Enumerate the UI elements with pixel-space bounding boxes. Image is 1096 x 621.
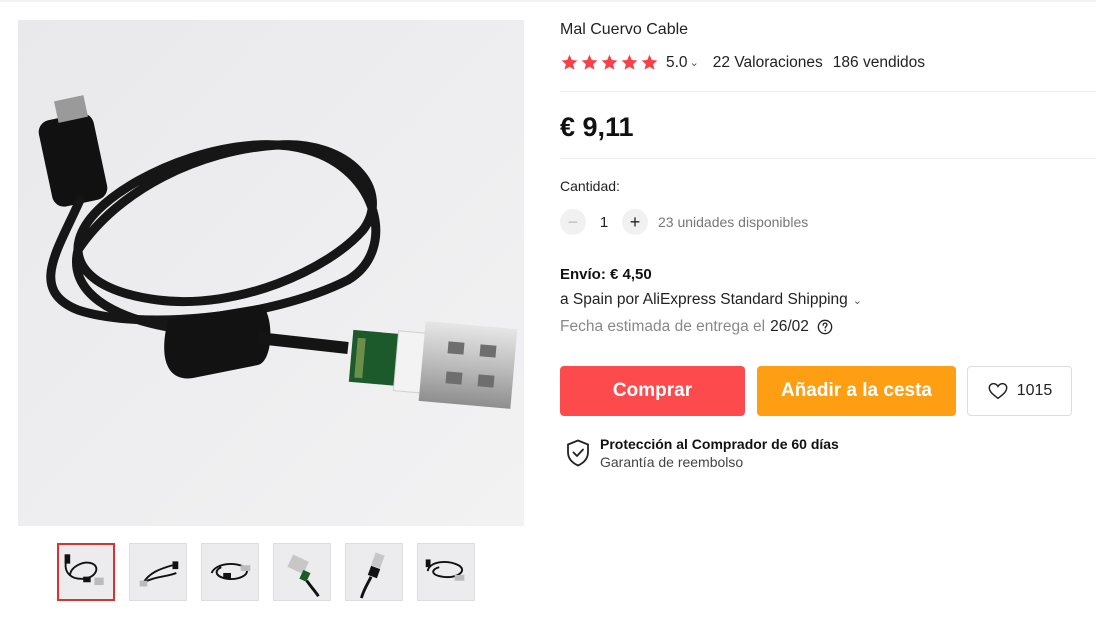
wishlist-button[interactable]: 1015: [967, 366, 1072, 416]
star-icon: [581, 54, 598, 70]
main-product-image[interactable]: [18, 20, 524, 526]
thumbnail-2[interactable]: [129, 543, 187, 601]
question-circle-icon[interactable]: [817, 319, 833, 335]
rating-score[interactable]: 5.0: [666, 54, 688, 72]
shipping-method[interactable]: a Spain por AliExpress Standard Shipping…: [560, 291, 876, 309]
thumbnail-3[interactable]: [201, 543, 259, 601]
star-icon: [601, 54, 618, 70]
thumbnail-6[interactable]: [417, 543, 475, 601]
add-to-cart-button[interactable]: Añadir a la cesta: [757, 366, 956, 416]
rating-row: 5.0 ⌄ 22 Valoraciones 186 vendidos: [560, 53, 925, 72]
star-rating: [560, 53, 659, 72]
quantity-value[interactable]: 1: [586, 214, 622, 231]
sold-count: 186 vendidos: [832, 53, 926, 71]
thumbnail-4[interactable]: [273, 543, 331, 601]
protection-title: Protección al Comprador de 60 días: [600, 436, 839, 452]
minus-icon[interactable]: −: [560, 209, 586, 235]
shipping-cost: Envío: € 4,50: [560, 266, 652, 283]
usb-cable-photo: [18, 20, 524, 526]
stock-available: 23 unidades disponibles: [658, 214, 809, 230]
quantity-label: Cantidad:: [560, 178, 620, 194]
delivery-estimate: Fecha estimada de entrega el 26/02: [560, 318, 833, 336]
protection-subtitle: Garantía de reembolso: [600, 454, 744, 470]
plus-icon[interactable]: +: [622, 209, 648, 235]
product-title: Mal Cuervo Cable: [560, 21, 689, 38]
star-icon: [641, 54, 658, 70]
chevron-down-icon[interactable]: ⌄: [853, 294, 862, 307]
chevron-down-icon[interactable]: ⌄: [690, 56, 699, 69]
buyer-protection: Protección al Comprador de 60 días Garan…: [566, 436, 839, 470]
divider: [560, 91, 1096, 92]
quantity-stepper: − 1 + 23 unidades disponibles: [560, 209, 808, 235]
buy-now-button[interactable]: Comprar: [560, 366, 745, 416]
star-icon: [621, 54, 638, 70]
reviews-link[interactable]: 22 Valoraciones: [713, 54, 823, 72]
thumbnail-5[interactable]: [345, 543, 403, 601]
star-icon: [561, 54, 578, 70]
wishlist-count: 1015: [1016, 382, 1053, 399]
divider: [560, 158, 1096, 159]
top-border: [0, 0, 1096, 2]
product-price: € 9,11: [560, 112, 634, 142]
heart-icon: [988, 382, 1008, 400]
thumbnail-1[interactable]: [57, 543, 115, 601]
delivery-label: Fecha estimada de entrega el: [560, 318, 766, 335]
shipping-method-text[interactable]: a Spain por AliExpress Standard Shipping: [560, 291, 848, 309]
shield-check-icon: [567, 439, 589, 467]
thumbnail-strip: [57, 543, 475, 601]
delivery-date: 26/02: [770, 318, 809, 335]
